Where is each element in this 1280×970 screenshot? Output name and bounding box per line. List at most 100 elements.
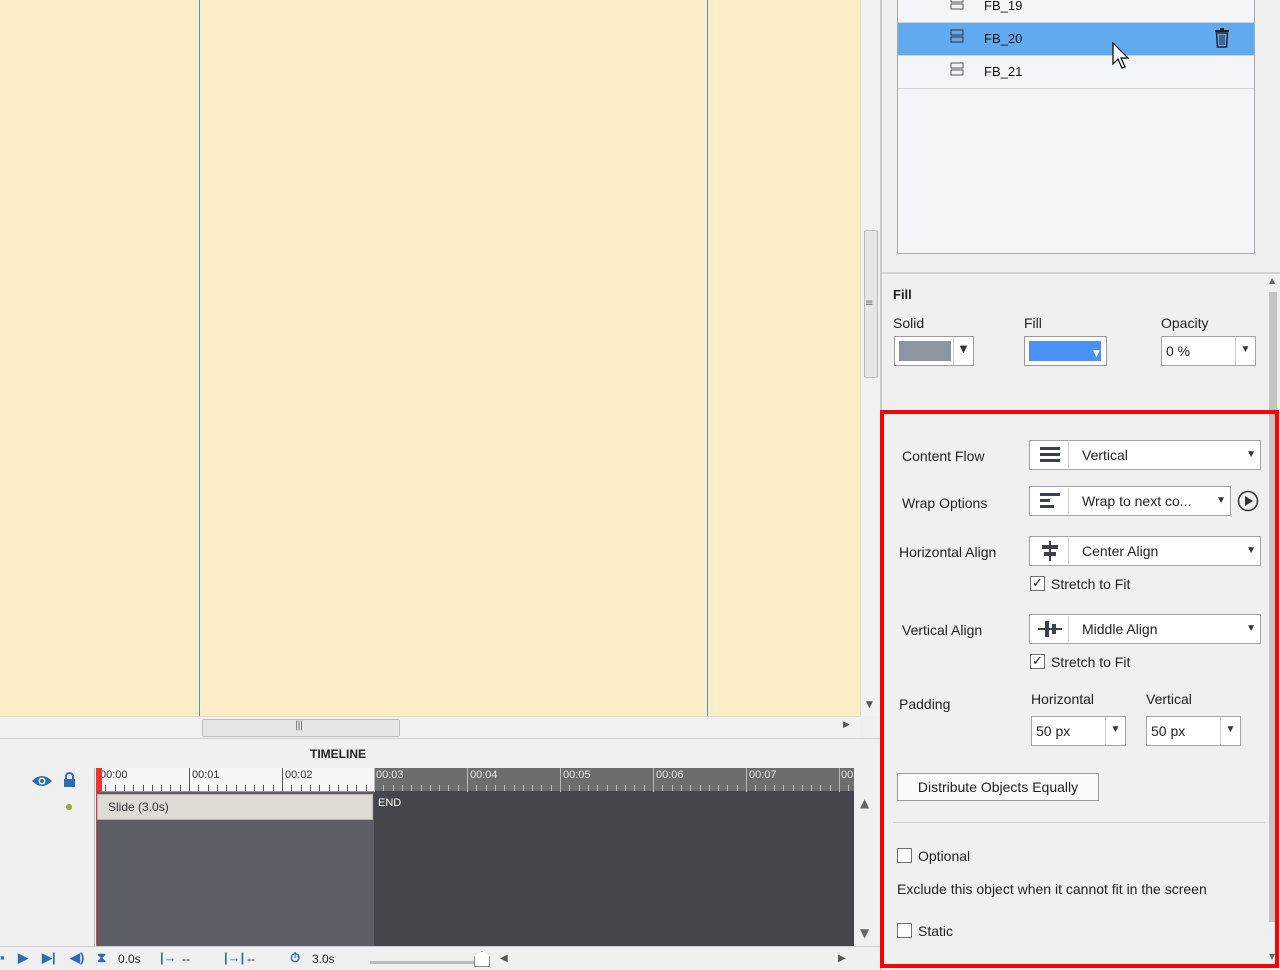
in-time: --	[182, 952, 190, 966]
ruler-minor-tick	[774, 785, 775, 791]
tick-label: 00:07	[749, 769, 777, 781]
stage-vertical-scrollbar[interactable]: ≡ ▼	[860, 0, 880, 716]
ruler-minor-tick	[170, 785, 171, 791]
ruler-minor-tick	[236, 785, 237, 791]
padding-label: Padding	[899, 696, 951, 712]
horizontal-align-dropdown[interactable]: Center Align ▼	[1029, 536, 1261, 566]
eye-icon[interactable]	[31, 774, 53, 788]
ruler-minor-tick	[356, 785, 357, 791]
chevron-down-icon[interactable]: ▼	[1220, 717, 1240, 745]
ruler-minor-tick	[439, 785, 440, 791]
container-icon	[950, 29, 964, 43]
chevron-down-icon: ▼	[1246, 545, 1256, 556]
content-flow-dropdown[interactable]: Vertical ▼	[1029, 440, 1261, 470]
stage-canvas[interactable]	[0, 0, 860, 716]
layer-row-fb-21[interactable]: FB_21	[898, 56, 1254, 88]
ruler-minor-tick	[653, 785, 654, 791]
scroll-up-icon[interactable]: ▲	[1269, 276, 1275, 285]
playhead-marker[interactable]	[96, 768, 102, 792]
timeline-ruler[interactable]: 00:00 00:01 00:02	[96, 768, 374, 792]
lock-icon[interactable]	[63, 772, 76, 788]
zoom-slider-track[interactable]	[370, 961, 484, 964]
solid-fill-type-dropdown[interactable]: ▼	[894, 336, 974, 366]
ruler-minor-tick	[820, 785, 821, 791]
ruler-minor-tick	[662, 785, 663, 791]
ruler-minor-tick	[291, 785, 292, 791]
vertical-align-value: Middle Align	[1082, 621, 1158, 637]
layer-row-fb-19[interactable]: FB_19	[898, 0, 1254, 22]
scroll-up-icon[interactable]: ▲	[860, 796, 869, 810]
padding-horizontal-label: Horizontal	[1031, 691, 1095, 707]
slide-timeline-bar[interactable]: Slide (3.0s)	[97, 794, 373, 820]
scroll-down-icon[interactable]: ▼	[860, 926, 869, 940]
properties-scrollbar[interactable]: ▲ ▼	[1266, 274, 1280, 970]
ruler-minor-tick	[634, 785, 635, 791]
scroll-right-icon[interactable]: ▶	[838, 953, 846, 964]
static-checkbox[interactable]	[897, 923, 912, 938]
trash-icon[interactable]	[1212, 27, 1232, 49]
container-icon	[950, 62, 964, 76]
ruler-minor-tick	[811, 785, 812, 791]
scroll-right-icon[interactable]: ▶	[843, 720, 850, 730]
play-icon[interactable]: ▶	[18, 950, 28, 966]
ruler-minor-tick	[560, 785, 561, 791]
ruler-minor-tick	[690, 785, 691, 791]
ruler-minor-tick	[374, 785, 375, 791]
scroll-down-icon[interactable]: ▼	[1269, 952, 1275, 961]
fill-color-picker[interactable]: ▼	[1024, 336, 1107, 366]
timeline-vertical-scrollbar[interactable]: ▲ ▼	[854, 792, 880, 946]
scroll-thumb[interactable]	[1269, 292, 1277, 922]
vertical-align-dropdown[interactable]: Middle Align ▼	[1029, 614, 1261, 644]
ruler-minor-tick	[301, 785, 302, 791]
padding-vertical-label: Vertical	[1146, 691, 1192, 707]
wrap-options-value: Wrap to next co...	[1082, 493, 1192, 509]
wrap-options-dropdown[interactable]: Wrap to next co... ▼	[1029, 486, 1231, 516]
skip-end-icon[interactable]: ▶|	[42, 950, 56, 966]
opacity-value[interactable]: 0 %	[1166, 343, 1190, 359]
timeline-track-overflow[interactable]	[374, 792, 854, 946]
padding-vertical-value[interactable]: 50 px	[1151, 723, 1185, 739]
ruler-minor-tick	[124, 785, 125, 791]
audio-icon[interactable]: ◀)	[70, 950, 84, 966]
zoom-slider-thumb[interactable]	[474, 951, 490, 967]
stretch-to-fit-horizontal-checkbox[interactable]: ✓	[1030, 576, 1045, 591]
stop-icon[interactable]: ▪	[0, 950, 5, 965]
ruler-minor-tick	[393, 785, 394, 791]
ruler-minor-tick	[411, 785, 412, 791]
mouse-cursor-icon	[1112, 42, 1130, 69]
scroll-down-icon[interactable]: ▼	[866, 700, 873, 710]
distribute-objects-button[interactable]: Distribute Objects Equally	[897, 773, 1099, 801]
ruler-minor-tick	[737, 785, 738, 791]
scroll-left-icon[interactable]: ◀	[500, 953, 508, 964]
duration: 3.0s	[312, 952, 335, 966]
ruler-minor-tick	[625, 785, 626, 791]
preview-play-icon[interactable]	[1237, 490, 1259, 512]
stretch-to-fit-vertical-checkbox[interactable]: ✓	[1030, 654, 1045, 669]
timeline-footer: ▪ ▶ ▶| ◀) ⧗ 0.0s |→ -- |→| -- ⏱ 3.0s ◀ ▶	[0, 946, 880, 970]
ruler-minor-tick	[467, 785, 468, 791]
padding-horizontal-input[interactable]: 50 px ▼	[1031, 716, 1126, 746]
tick-label: 00:00	[100, 769, 128, 781]
layer-name: FB_21	[984, 64, 1023, 79]
layer-row-fb-20[interactable]: FB_20	[898, 23, 1254, 55]
ruler-minor-tick	[421, 785, 422, 791]
padding-vertical-input[interactable]: 50 px ▼	[1146, 716, 1241, 746]
optional-checkbox[interactable]	[897, 848, 912, 863]
ruler-minor-tick	[718, 785, 719, 791]
timeline-ruler-overflow[interactable]: 00:03 00:04 00:05 00:06 00:07 00	[374, 768, 854, 792]
ruler-minor-tick	[115, 785, 116, 791]
chevron-down-icon[interactable]: ▼	[1105, 717, 1125, 745]
panel-divider	[882, 272, 1280, 274]
container-icon	[950, 0, 964, 10]
solid-color-swatch	[899, 341, 951, 361]
optional-description: Exclude this object when it cannot fit i…	[897, 881, 1207, 897]
padding-horizontal-value[interactable]: 50 px	[1036, 723, 1070, 739]
solid-label: Solid	[893, 315, 925, 331]
stage-horizontal-scrollbar[interactable]: ||| ▶	[0, 716, 860, 738]
out-time: --	[247, 952, 255, 966]
chevron-down-icon[interactable]: ▼	[1235, 337, 1255, 365]
ruler-minor-tick	[476, 785, 477, 791]
chevron-down-icon: ▼	[953, 337, 973, 365]
chevron-down-icon: ▼	[1246, 449, 1256, 460]
opacity-input[interactable]: 0 % ▼	[1161, 336, 1256, 366]
